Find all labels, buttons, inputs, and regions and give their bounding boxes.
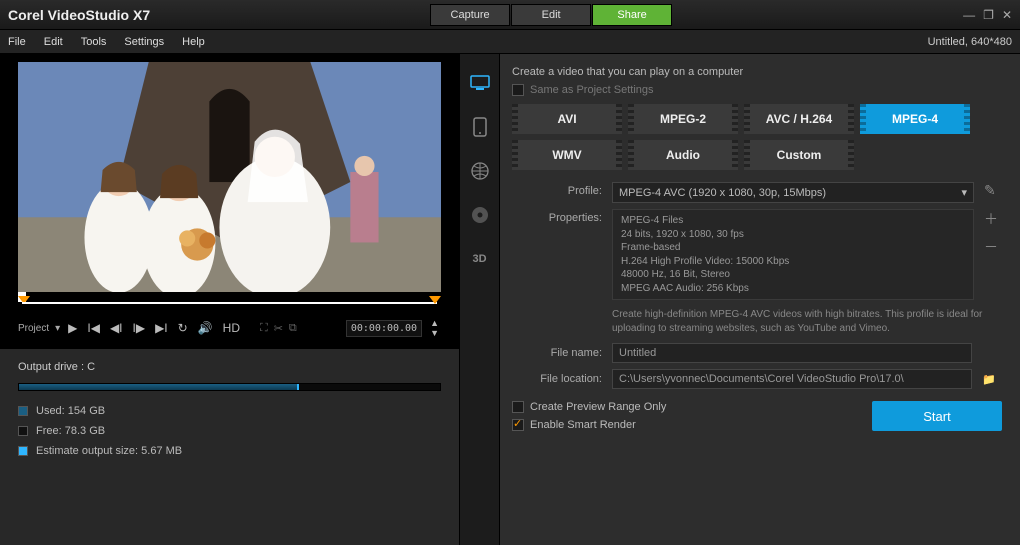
transport-controls: Project ▾ ▶ I◀ ◀I I▶ ▶I ↻ 🔊 HD ⛶ ✂ ⧉ 00:… <box>0 312 459 348</box>
legend-free: Free: 78.3 GB <box>18 425 441 437</box>
share-description: Create a video that you can play on a co… <box>512 66 1002 78</box>
swatch-estimate-icon <box>18 446 28 456</box>
preview-range-checkbox[interactable] <box>512 401 524 413</box>
close-icon[interactable]: ✕ <box>1002 8 1012 22</box>
scrub-bar[interactable] <box>0 292 459 312</box>
volume-icon[interactable]: 🔊 <box>196 321 215 335</box>
menu-file[interactable]: File <box>8 36 26 48</box>
repeat-icon[interactable]: ↻ <box>176 321 190 335</box>
properties-label: Properties: <box>512 209 602 224</box>
video-preview[interactable] <box>18 62 441 292</box>
target-device-icon[interactable] <box>466 116 494 138</box>
smart-render-label: Enable Smart Render <box>530 419 636 431</box>
share-pane: Create a video that you can play on a co… <box>500 54 1020 545</box>
format-custom[interactable]: Custom <box>744 140 854 170</box>
legend-estimate: Estimate output size: 5.67 MB <box>18 445 441 457</box>
minimize-icon[interactable]: — <box>963 8 975 22</box>
preview-range-label: Create Preview Range Only <box>530 401 666 413</box>
restore-icon[interactable]: ❐ <box>983 8 994 22</box>
start-button[interactable]: Start <box>872 401 1002 431</box>
browse-folder-icon[interactable]: 📁 <box>982 373 1002 386</box>
mode-tabs: Capture Edit Share <box>430 4 673 26</box>
target-computer-icon[interactable] <box>466 72 494 94</box>
enlarge-icon[interactable]: ⛶ <box>260 322 268 335</box>
profile-select[interactable]: MPEG-4 AVC (1920 x 1080, 30p, 15Mbps) ▾ <box>612 182 974 203</box>
go-end-icon[interactable]: ▶I <box>153 321 170 335</box>
target-3d-icon[interactable]: 3D <box>466 248 494 270</box>
add-profile-icon[interactable]: ＋ <box>984 209 1002 229</box>
transport-mode-label[interactable]: Project <box>18 323 49 334</box>
profile-hint: Create high-definition MPEG-4 AVC videos… <box>612 308 1002 335</box>
format-audio[interactable]: Audio <box>628 140 738 170</box>
smart-render-checkbox[interactable] <box>512 419 524 431</box>
window-controls: — ❐ ✕ <box>963 8 1012 22</box>
hd-toggle[interactable]: HD <box>221 321 242 335</box>
menu-settings[interactable]: Settings <box>124 36 164 48</box>
output-drive-label: Output drive : C <box>18 361 441 373</box>
legend-used: Used: 154 GB <box>18 405 441 417</box>
swatch-free-icon <box>18 426 28 436</box>
menu-bar: File Edit Tools Settings Help Untitled, … <box>0 30 1020 54</box>
transport-mode-toggle-icon[interactable]: ▾ <box>55 323 60 334</box>
format-avi[interactable]: AVI <box>512 104 622 134</box>
format-avc[interactable]: AVC / H.264 <box>744 104 854 134</box>
filename-input[interactable]: Untitled <box>612 343 972 363</box>
app-title: Corel VideoStudio X7 <box>8 7 150 23</box>
format-wmv[interactable]: WMV <box>512 140 622 170</box>
edit-profile-icon[interactable]: ✎ <box>984 182 1002 199</box>
profile-label: Profile: <box>512 182 602 197</box>
format-grid: AVI MPEG-2 AVC / H.264 MPEG-4 WMV Audio … <box>512 104 1002 170</box>
share-target-tabs: 3D <box>460 54 500 545</box>
next-frame-icon[interactable]: I▶ <box>131 321 148 335</box>
filename-label: File name: <box>512 347 602 359</box>
menu-help[interactable]: Help <box>182 36 205 48</box>
output-drive-panel: Output drive : C Used: 154 GB Free: 78.3… <box>0 348 459 545</box>
mark-out-icon[interactable] <box>429 296 441 304</box>
target-web-icon[interactable] <box>466 160 494 182</box>
mode-tab-share[interactable]: Share <box>592 4 672 26</box>
cut-icon[interactable]: ✂ <box>274 322 283 335</box>
timecode-display[interactable]: 00:00:00.00 <box>346 320 422 337</box>
remove-profile-icon[interactable]: － <box>984 237 1002 257</box>
same-as-project-checkbox[interactable] <box>512 84 524 96</box>
mode-tab-edit[interactable]: Edit <box>511 4 591 26</box>
snapshot-icon[interactable]: ⧉ <box>289 322 297 335</box>
menu-edit[interactable]: Edit <box>44 36 63 48</box>
filelocation-input[interactable]: C:\Users\yvonnec\Documents\Corel VideoSt… <box>612 369 972 389</box>
target-disc-icon[interactable] <box>466 204 494 226</box>
same-as-project-label: Same as Project Settings <box>530 84 654 96</box>
menu-tools[interactable]: Tools <box>81 36 107 48</box>
format-mpeg4[interactable]: MPEG-4 <box>860 104 970 134</box>
chevron-down-icon: ▾ <box>961 186 967 199</box>
project-status: Untitled, 640*480 <box>928 36 1012 48</box>
left-pane: Project ▾ ▶ I◀ ◀I I▶ ▶I ↻ 🔊 HD ⛶ ✂ ⧉ 00:… <box>0 54 460 545</box>
go-start-icon[interactable]: I◀ <box>85 321 102 335</box>
properties-box: MPEG-4 Files 24 bits, 1920 x 1080, 30 fp… <box>612 209 974 300</box>
disk-usage-bar <box>18 383 441 391</box>
mode-tab-capture[interactable]: Capture <box>430 4 510 26</box>
play-icon[interactable]: ▶ <box>66 321 79 335</box>
timecode-spinner-icon[interactable]: ▲▼ <box>428 318 441 338</box>
filelocation-label: File location: <box>512 373 602 385</box>
prev-frame-icon[interactable]: ◀I <box>108 321 125 335</box>
swatch-used-icon <box>18 406 28 416</box>
format-mpeg2[interactable]: MPEG-2 <box>628 104 738 134</box>
title-bar: Corel VideoStudio X7 Capture Edit Share … <box>0 0 1020 30</box>
